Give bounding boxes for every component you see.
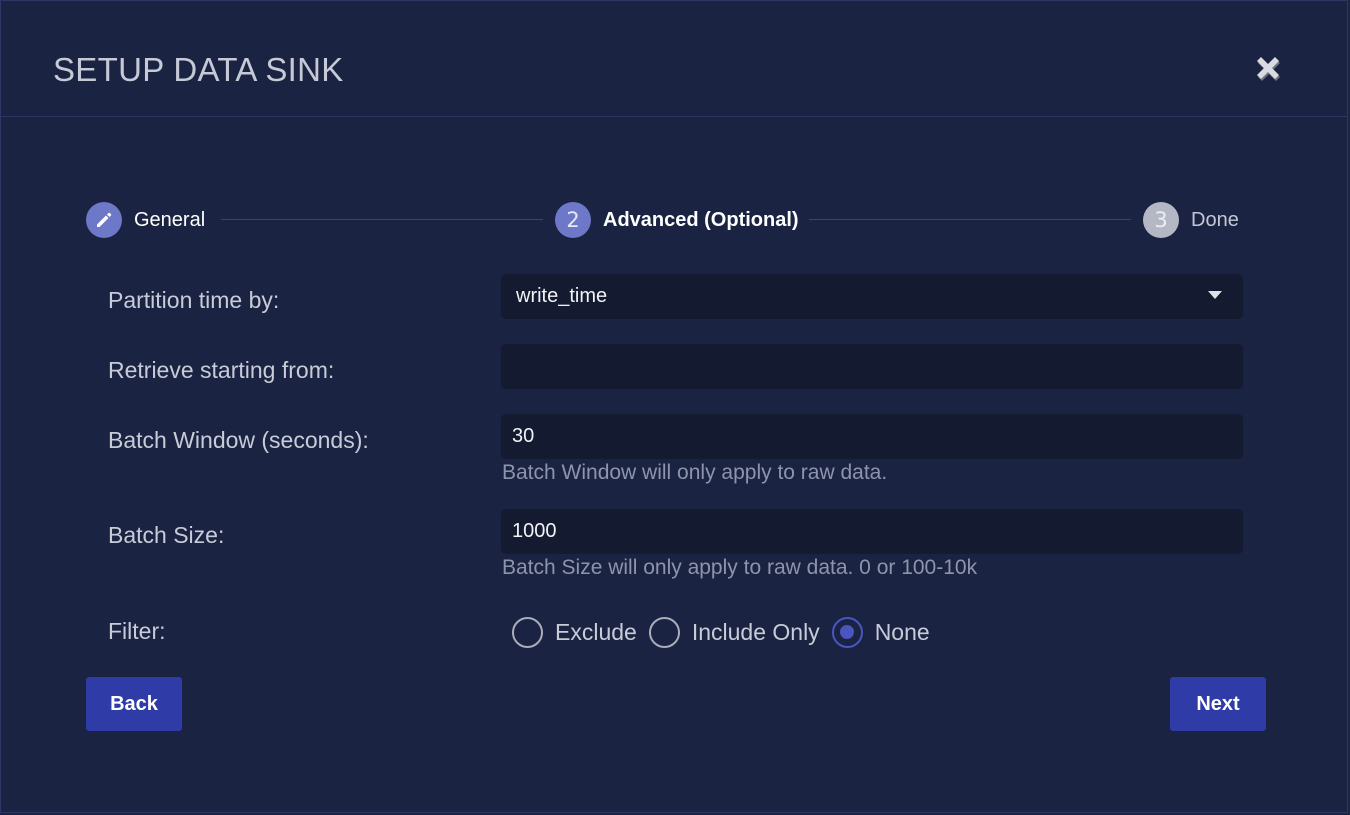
dialog-header: SETUP DATA SINK <box>1 1 1347 117</box>
retrieve-input[interactable] <box>501 344 1243 389</box>
retrieve-field-wrap <box>501 344 1243 389</box>
batch-size-input[interactable] <box>501 509 1243 554</box>
dialog-title: SETUP DATA SINK <box>53 51 344 88</box>
step-general[interactable]: General <box>86 201 205 239</box>
step-connector-1 <box>221 219 543 220</box>
batch-size-hint: Batch Size will only apply to raw data. … <box>502 556 978 579</box>
step-done-label: Done <box>1191 209 1239 231</box>
radio-exclude[interactable] <box>512 616 543 648</box>
step-general-marker <box>86 202 122 238</box>
partition-selected-value: write_time <box>516 285 608 307</box>
step-advanced-label: Advanced (Optional) <box>603 209 799 231</box>
radio-include-only-label: Include Only <box>691 619 820 645</box>
radio-none[interactable] <box>831 616 863 648</box>
batch-window-input[interactable] <box>501 414 1243 459</box>
batch-window-field-wrap <box>501 414 1243 459</box>
step-connector-2 <box>809 219 1131 220</box>
batch-size-label: Batch Size: <box>108 522 225 548</box>
radio-exclude-label: Exclude <box>555 619 637 645</box>
filter-option-include-only[interactable]: Include Only <box>648 616 820 648</box>
filter-label: Filter: <box>108 618 166 644</box>
filter-option-none[interactable]: None <box>831 616 930 648</box>
pencil-icon <box>97 212 112 227</box>
radio-none-label: None <box>874 619 930 645</box>
close-x-icon <box>1257 57 1280 81</box>
radio-include-only[interactable] <box>648 616 680 648</box>
partition-label: Partition time by: <box>108 287 280 313</box>
close-button[interactable] <box>1249 51 1287 89</box>
step-advanced-marker: 2 <box>555 202 591 238</box>
partition-select[interactable]: write_time <box>501 274 1243 319</box>
step-done[interactable]: 3 Done <box>1143 201 1239 239</box>
back-button[interactable]: Back <box>86 677 182 731</box>
batch-size-field-wrap <box>501 509 1243 554</box>
setup-data-sink-dialog: SETUP DATA SINK General 2 Advanced (Opti… <box>0 0 1348 813</box>
step-advanced[interactable]: 2 Advanced (Optional) <box>555 201 799 239</box>
step-done-marker: 3 <box>1143 202 1179 238</box>
step-general-label: General <box>134 209 206 231</box>
retrieve-label: Retrieve starting from: <box>108 357 335 383</box>
next-button[interactable]: Next <box>1170 677 1266 731</box>
chevron-down-icon <box>1208 291 1222 299</box>
filter-option-exclude[interactable]: Exclude <box>512 616 637 648</box>
filter-radio-group: Exclude Include Only None <box>512 615 930 649</box>
batch-window-hint: Batch Window will only apply to raw data… <box>502 461 888 484</box>
batch-window-label: Batch Window (seconds): <box>108 427 369 453</box>
